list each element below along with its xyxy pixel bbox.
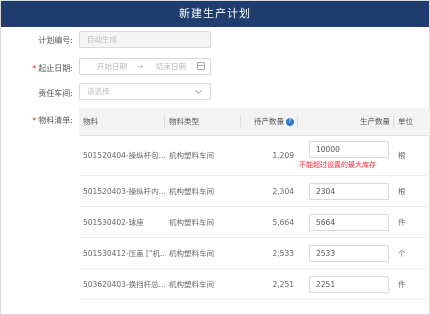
cell-type: 机构塑料车间 <box>169 279 214 289</box>
start-date-placeholder[interactable]: 开始日期 <box>97 59 127 74</box>
materials-label: * 物料清单: <box>32 115 73 126</box>
cell-type: 机构塑料车间 <box>169 186 214 196</box>
qty-error-message: 不能超过设置的最大库存 <box>299 161 376 169</box>
produce-qty-input[interactable]: 2304 <box>309 182 389 200</box>
dialog-header: 新建生产计划 <box>1 1 429 27</box>
table-row: 501520403-操纵杆内... 机构塑料车间 2,304 2304 根 <box>79 176 430 207</box>
cell-material: 501530402-球座 <box>83 217 144 227</box>
cell-produce: 5664 <box>298 213 394 231</box>
table-row: 503620403-换挡杆总... 机构塑料车间 2,251 2251 件 <box>79 269 430 300</box>
cell-unit: 根 <box>398 151 406 160</box>
cell-type: 机构塑料车间 <box>169 151 214 160</box>
date-label: * 起止日期: <box>32 63 73 74</box>
table-header: 物料 物料类型 待产数量? 生产数量 单位 <box>79 108 430 136</box>
th-pending-text: 待产数量 <box>254 117 284 126</box>
plan-no-input[interactable]: 自动生成 <box>79 31 211 48</box>
materials-label-text: 物料清单: <box>38 116 73 125</box>
cell-produce: 2533 <box>298 244 394 262</box>
cell-unit: 根 <box>398 186 406 196</box>
produce-qty-input[interactable]: 5664 <box>309 213 389 231</box>
cell-produce: 2251 <box>298 275 394 293</box>
plan-no-label: 计划编号: <box>38 36 73 45</box>
produce-qty-input[interactable]: 2251 <box>309 275 389 293</box>
required-mark: * <box>32 116 37 125</box>
cell-type: 机构塑料车间 <box>169 248 214 258</box>
cell-pending: 2,304 <box>272 186 294 196</box>
end-date-placeholder[interactable]: 结束日期 <box>156 59 186 74</box>
cell-pending: 2,533 <box>272 248 294 258</box>
calendar-icon[interactable] <box>197 62 205 70</box>
th-produce: 生产数量 <box>298 108 394 135</box>
cell-material: 501530412-压盖 ["机... <box>83 248 165 258</box>
produce-qty-input[interactable]: 10000 <box>309 141 389 158</box>
materials-table: 物料 物料类型 待产数量? 生产数量 单位 501520404-操纵杆包... … <box>79 108 430 300</box>
workshop-select[interactable]: 请选择 <box>79 83 211 100</box>
question-circle-icon[interactable]: ? <box>286 117 294 126</box>
date-range-separator: → <box>137 62 144 71</box>
cell-produce: 10000 不能超过设置的最大库存 <box>298 141 394 170</box>
table-row: 501530412-压盖 ["机... 机构塑料车间 2,533 2533 个 <box>79 238 430 269</box>
date-range-picker[interactable]: 开始日期 → 结束日期 <box>79 58 211 75</box>
cell-produce: 2304 <box>298 182 394 200</box>
cell-unit: 件 <box>398 279 406 289</box>
cell-material: 503620403-换挡杆总... <box>83 279 165 289</box>
cell-unit: 件 <box>398 217 406 227</box>
th-unit: 单位 <box>398 117 413 126</box>
th-material: 物料 <box>79 108 165 135</box>
table-row: 501530402-球座 机构塑料车间 5,664 5664 件 <box>79 207 430 238</box>
dialog-title: 新建生产计划 <box>179 7 251 20</box>
produce-qty-input[interactable]: 2533 <box>309 244 389 262</box>
cell-material: 501520403-操纵杆内... <box>83 186 165 196</box>
workshop-placeholder: 请选择 <box>87 87 110 96</box>
cell-pending: 2,251 <box>272 279 294 289</box>
cell-unit: 个 <box>398 248 406 258</box>
chevron-down-icon <box>194 86 203 95</box>
table-row: 501520404-操纵杆包... 机构塑料车间 1,209 10000 不能超… <box>79 136 430 176</box>
required-mark: * <box>32 64 37 73</box>
cell-type: 机构塑料车间 <box>169 217 214 227</box>
workshop-label: 责任车间: <box>38 89 73 98</box>
cell-pending: 1,209 <box>272 151 294 160</box>
date-label-text: 起止日期: <box>38 64 73 73</box>
th-pending: 待产数量? <box>241 108 298 135</box>
plan-no-placeholder: 自动生成 <box>87 35 117 44</box>
cell-material: 501520404-操纵杆包... <box>83 151 165 160</box>
cell-pending: 5,664 <box>272 217 294 227</box>
th-type: 物料类型 <box>165 108 241 135</box>
